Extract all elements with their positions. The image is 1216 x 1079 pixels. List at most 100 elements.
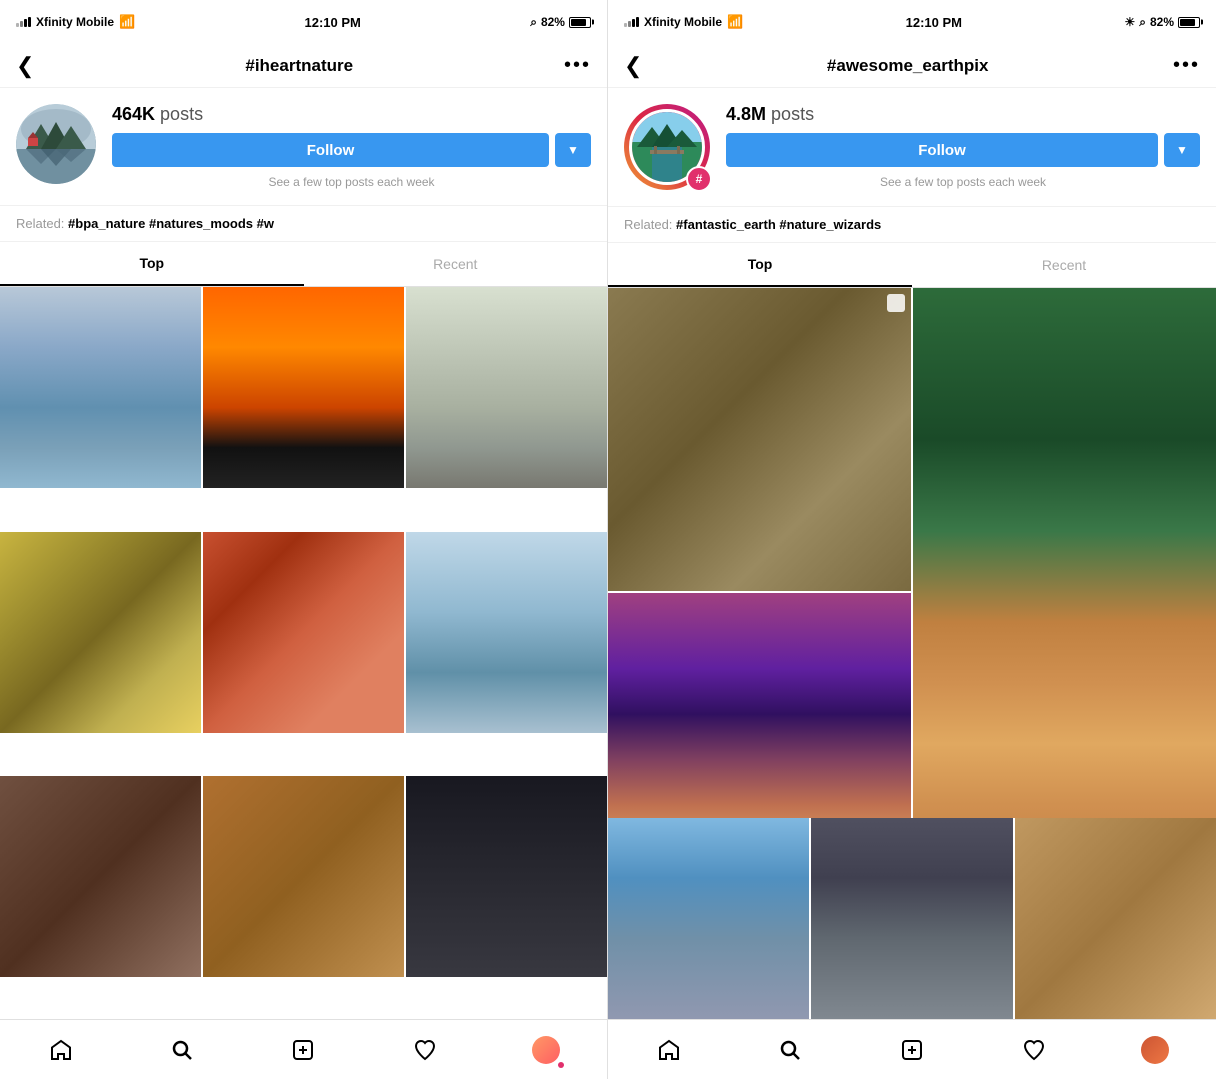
- photo-cell-2-4[interactable]: [608, 818, 809, 1019]
- tab-top-1[interactable]: Top: [0, 242, 304, 286]
- tabs-1: Top Recent: [0, 242, 607, 287]
- location-icon-2: ⌕: [1139, 15, 1146, 30]
- photo-cell-1-5[interactable]: [203, 532, 404, 733]
- battery-percent-2: 82%: [1150, 15, 1174, 29]
- photo-grid-2-left: [608, 288, 911, 818]
- photo-cell-2-3[interactable]: [913, 288, 1216, 818]
- photo-grid-1: [0, 287, 607, 1019]
- tabs-2: Top Recent: [608, 243, 1216, 288]
- photo-cell-1-3[interactable]: [406, 287, 607, 488]
- status-right-1: ⌕ 82%: [530, 15, 591, 30]
- photo-cell-1-1[interactable]: [0, 287, 201, 488]
- status-bar-2: Xfinity Mobile 📶 12:10 PM ☀ ⌕ 82%: [608, 0, 1216, 44]
- heart-icon-2[interactable]: [1012, 1028, 1056, 1072]
- tab-top-2[interactable]: Top: [608, 243, 912, 287]
- related-bar-1: Related: #bpa_nature #natures_moods #w: [0, 205, 607, 242]
- nav-avatar-image-1: [532, 1036, 560, 1064]
- photo-cell-1-9[interactable]: [406, 776, 607, 977]
- photo-cell-2-2[interactable]: [608, 593, 911, 818]
- nav-header-1: ❮ #iheartnature •••: [0, 44, 607, 88]
- post-count-2: 4.8M posts: [726, 104, 1200, 125]
- tab-recent-2[interactable]: Recent: [912, 243, 1216, 287]
- more-button-1[interactable]: •••: [564, 54, 591, 77]
- photo-cell-1-8[interactable]: [203, 776, 404, 977]
- back-button-1[interactable]: ❮: [16, 53, 34, 79]
- search-icon-1[interactable]: [160, 1028, 204, 1072]
- related-label-2: Related:: [624, 217, 672, 232]
- panel-awesome-earthpix: Xfinity Mobile 📶 12:10 PM ☀ ⌕ 82% ❮ #awe…: [608, 0, 1216, 1079]
- profile-avatar-2[interactable]: [1133, 1028, 1177, 1072]
- location-icon-1: ⌕: [530, 15, 537, 30]
- notification-dot-1: [558, 1062, 564, 1068]
- avatar-ring-2: #: [624, 104, 710, 190]
- follow-dropdown-1[interactable]: ▼: [555, 133, 591, 167]
- avatar-1: [16, 104, 96, 184]
- add-icon-1[interactable]: [281, 1028, 325, 1072]
- heart-icon-1[interactable]: [403, 1028, 447, 1072]
- photo-cell-2-5[interactable]: [811, 818, 1012, 1019]
- status-left-1: Xfinity Mobile 📶: [16, 14, 135, 30]
- wifi-icon-1: 📶: [119, 14, 135, 30]
- photo-cell-1-2[interactable]: [203, 287, 404, 488]
- battery-icon-2: [1178, 17, 1200, 28]
- follow-button-2[interactable]: Follow: [726, 133, 1158, 167]
- related-tags-1[interactable]: #bpa_nature #natures_moods #w: [68, 216, 274, 231]
- photo-grid-2-bottom: [608, 818, 1216, 1019]
- status-left-2: Xfinity Mobile 📶: [624, 14, 743, 30]
- follow-row-1: Follow ▼: [112, 133, 591, 167]
- bottom-nav-2: [608, 1019, 1216, 1079]
- avatar-image-1: [16, 104, 96, 184]
- tab-recent-1[interactable]: Recent: [304, 242, 608, 286]
- post-count-1: 464K posts: [112, 104, 591, 125]
- photo-cell-1-4[interactable]: [0, 532, 201, 733]
- panel-content-2: # 4.8M posts Follow ▼ See a few top post…: [608, 88, 1216, 1019]
- page-title-2: #awesome_earthpix: [827, 56, 989, 76]
- follow-dropdown-2[interactable]: ▼: [1164, 133, 1200, 167]
- follow-hint-1: See a few top posts each week: [112, 175, 591, 189]
- related-tags-2[interactable]: #fantastic_earth #nature_wizards: [676, 217, 881, 232]
- time-1: 12:10 PM: [305, 15, 361, 30]
- wifi-icon-2: 📶: [727, 14, 743, 30]
- photo-cell-1-7[interactable]: [0, 776, 201, 977]
- profile-info-1: 464K posts Follow ▼ See a few top posts …: [112, 104, 591, 189]
- home-icon-2[interactable]: [647, 1028, 691, 1072]
- panel-content-1: 464K posts Follow ▼ See a few top posts …: [0, 88, 607, 1019]
- nav-avatar-2: [1141, 1036, 1169, 1064]
- add-icon-2[interactable]: [890, 1028, 934, 1072]
- nav-avatar-image-2: [1141, 1036, 1169, 1064]
- status-bar-1: Xfinity Mobile 📶 12:10 PM ⌕ 82%: [0, 0, 607, 44]
- profile-info-2: 4.8M posts Follow ▼ See a few top posts …: [726, 104, 1200, 189]
- battery-percent-1: 82%: [541, 15, 565, 29]
- nav-header-2: ❮ #awesome_earthpix •••: [608, 44, 1216, 88]
- profile-section-2: # 4.8M posts Follow ▼ See a few top post…: [608, 88, 1216, 206]
- hashtag-badge-2: #: [686, 166, 712, 192]
- brightness-icon-2: ☀: [1124, 15, 1135, 29]
- signal-icon-1: [16, 17, 31, 27]
- follow-hint-2: See a few top posts each week: [726, 175, 1200, 189]
- more-button-2[interactable]: •••: [1173, 54, 1200, 77]
- battery-fill-1: [571, 19, 586, 26]
- follow-button-1[interactable]: Follow: [112, 133, 549, 167]
- carrier-2: Xfinity Mobile: [644, 15, 722, 29]
- carrier-1: Xfinity Mobile: [36, 15, 114, 29]
- avatar-svg-1: [16, 104, 96, 184]
- battery-icon-1: [569, 17, 591, 28]
- related-label-1: Related:: [16, 216, 64, 231]
- photo-grid-2: [608, 288, 1216, 818]
- follow-row-2: Follow ▼: [726, 133, 1200, 167]
- nav-avatar-1: [532, 1036, 560, 1064]
- back-button-2[interactable]: ❮: [624, 53, 642, 79]
- bottom-nav-1: [0, 1019, 607, 1079]
- panel-iheartnature: Xfinity Mobile 📶 12:10 PM ⌕ 82% ❮ #ihear…: [0, 0, 608, 1079]
- battery-fill-2: [1180, 19, 1195, 26]
- page-title-1: #iheartnature: [245, 56, 353, 76]
- home-icon-1[interactable]: [39, 1028, 83, 1072]
- search-icon-2[interactable]: [768, 1028, 812, 1072]
- profile-avatar-1[interactable]: [524, 1028, 568, 1072]
- photo-cell-2-1[interactable]: [608, 288, 911, 591]
- status-right-2: ☀ ⌕ 82%: [1124, 15, 1200, 30]
- signal-icon-2: [624, 17, 639, 27]
- photo-cell-1-6[interactable]: [406, 532, 607, 733]
- photo-cell-2-6[interactable]: [1015, 818, 1216, 1019]
- related-bar-2: Related: #fantastic_earth #nature_wizard…: [608, 206, 1216, 243]
